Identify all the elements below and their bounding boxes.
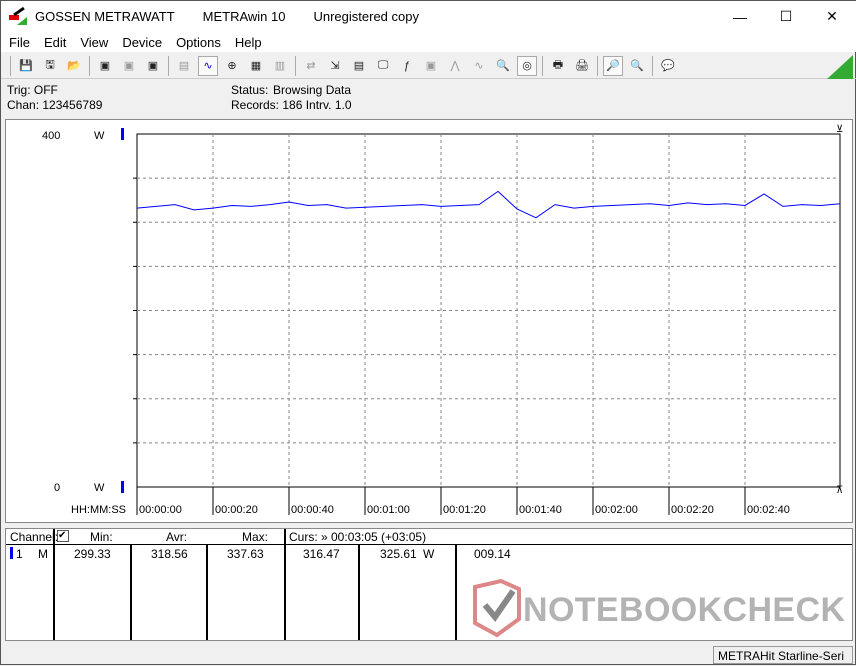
save-icon[interactable]: 💾: [16, 56, 36, 76]
trigger-status: Trig: OFF: [7, 83, 58, 97]
close-button[interactable]: ✕: [809, 1, 855, 32]
trigger-icon[interactable]: ⋀: [445, 56, 465, 76]
row-cursor1: 316.47: [303, 547, 340, 561]
zoom-out-icon[interactable]: 🔍: [627, 56, 647, 76]
x-tick-label: 00:02:20: [671, 504, 714, 516]
chart-panel: 00:00:00 00:00:20 00:00:40 00:01:00 00:01:20…: [5, 119, 853, 523]
maximize-button[interactable]: ☐: [763, 1, 809, 32]
notebookcheck-watermark: NOTEBOOKCHECK: [471, 578, 851, 639]
open-folder-icon[interactable]: 📂: [64, 56, 84, 76]
monitor-icon[interactable]: 🖵: [373, 56, 393, 76]
license-text: Unregistered copy: [313, 9, 419, 24]
device-name: METRAHit Starline-Seri: [713, 646, 853, 664]
x-tick-label: 00:00:00: [139, 504, 182, 516]
menu-edit[interactable]: Edit: [44, 35, 66, 50]
max-header: Max:: [242, 530, 269, 544]
y-unit-label: W: [94, 130, 105, 142]
save-as-icon[interactable]: 🖫: [40, 56, 60, 76]
row-avr: 318.56: [151, 547, 188, 561]
import-icon[interactable]: ⇲: [325, 56, 345, 76]
menu-bar: File Edit View Device Options Help: [1, 32, 856, 52]
memory-read-icon[interactable]: ▣: [143, 56, 163, 76]
menu-device[interactable]: Device: [122, 35, 162, 50]
print-preview-icon[interactable]: 🖶: [548, 56, 568, 76]
digital-display-icon[interactable]: ▤: [174, 56, 194, 76]
status-label: Status:: [231, 83, 269, 97]
x-tick-label: 00:01:00: [367, 504, 410, 516]
min-header: Min:: [90, 530, 113, 544]
menu-help[interactable]: Help: [235, 35, 262, 50]
x-tick-label: 00:01:20: [443, 504, 486, 516]
x-tick-label: 00:00:20: [215, 504, 258, 516]
brand-name: GOSSEN METRAWATT: [35, 9, 175, 24]
table-view-icon[interactable]: ▦: [246, 56, 266, 76]
records-info: Records: 186 Intrv. 1.0: [231, 98, 352, 112]
channel-list: Chan: 123456789: [7, 98, 103, 112]
histogram-icon[interactable]: ▥: [270, 56, 290, 76]
status-bar: METRAHit Starline-Seri: [1, 644, 856, 666]
x-tick-label: 00:02:40: [747, 504, 790, 516]
cursor-header: Curs: » 00:03:05 (+03:05): [289, 530, 427, 544]
menu-options[interactable]: Options: [176, 35, 221, 50]
channel-header: Channel:: [10, 530, 59, 544]
minimize-button[interactable]: —: [717, 1, 763, 32]
toolbar: 💾 🖫 📂 ▣ ▣ ▣ ▤ ∿ ⊕ ▦ ▥ ⇄ ⇲ ▤ 🖵 ƒ ▣ ⋀ ∿ 🔍 …: [1, 53, 856, 79]
row-mode: M: [38, 547, 48, 561]
app-title: METRAwin 10: [202, 9, 286, 24]
row-max: 337.63: [227, 547, 264, 561]
info-panel: Trig: OFF Chan: 123456789 Status: Browsi…: [1, 81, 856, 115]
zoom-in-icon[interactable]: 🔎: [603, 55, 623, 76]
signal-icon[interactable]: ∿: [469, 56, 489, 76]
x-tick-label: 00:01:40: [519, 504, 562, 516]
svg-text:NOTEBOOKCHECK: NOTEBOOKCHECK: [523, 591, 845, 629]
zoom-tool-icon[interactable]: 🔍: [493, 56, 513, 76]
y-scale-marker-top: [121, 128, 124, 140]
crosshair-icon[interactable]: ⊕: [222, 56, 242, 76]
app-logo-icon: [9, 6, 27, 25]
waveform-view-icon[interactable]: ∿: [198, 55, 218, 76]
power-chart[interactable]: 00:00:00 00:00:20 00:00:40 00:01:00 00:01:20…: [6, 120, 852, 522]
avr-header: Avr:: [166, 530, 188, 544]
device-read-icon[interactable]: ▣: [95, 56, 115, 76]
x-axis-label: HH:MM:SS: [71, 504, 126, 516]
device-send-icon[interactable]: ▣: [119, 56, 139, 76]
x-tick-label: 00:02:00: [595, 504, 638, 516]
cursor-top-marker: ⊻: [836, 124, 843, 135]
transfer-icon[interactable]: ⇄: [301, 56, 321, 76]
plot-area: [136, 133, 841, 488]
y-unit-label: W: [94, 482, 105, 494]
row-channel-number: 1: [16, 547, 23, 561]
function-icon[interactable]: ƒ: [397, 56, 417, 76]
auto-scale-icon[interactable]: ◎: [517, 55, 537, 76]
menu-view[interactable]: View: [80, 35, 108, 50]
row-min: 299.33: [74, 547, 111, 561]
channel-color-marker: [10, 547, 13, 559]
channel-checkbox[interactable]: ✔: [57, 530, 69, 542]
print-icon[interactable]: 🖨: [572, 56, 592, 76]
status-indicator-icon: [827, 55, 853, 79]
x-tick-label: 00:00:40: [291, 504, 334, 516]
device-config-icon[interactable]: ▣: [421, 56, 441, 76]
row-cursor2: 325.61: [380, 547, 417, 561]
y-scale-marker-bottom: [121, 481, 124, 493]
logger-icon[interactable]: ▤: [349, 56, 369, 76]
y-min-label: 0: [54, 482, 60, 494]
comment-icon[interactable]: 💬: [658, 56, 678, 76]
cursor-bottom-marker: ⊼: [836, 485, 843, 496]
status-value: Browsing Data: [273, 83, 352, 97]
row-difference: 009.14: [474, 547, 511, 561]
menu-file[interactable]: File: [9, 35, 30, 50]
title-bar: GOSSEN METRAWATT METRAwin 10 Unregistere…: [1, 1, 856, 32]
y-max-label: 400: [42, 130, 60, 142]
row-unit: W: [423, 547, 435, 561]
